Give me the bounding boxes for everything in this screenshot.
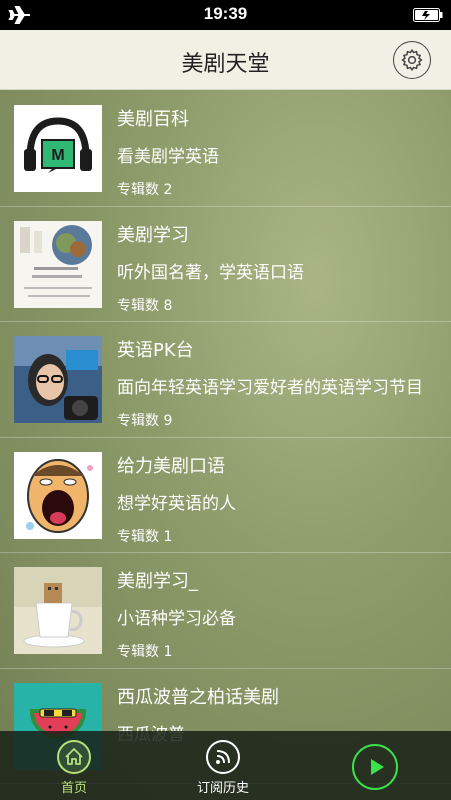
tab-history[interactable]: 订阅历史: [163, 731, 283, 800]
svg-text:M: M: [51, 147, 64, 164]
item-count: 专辑数 2: [117, 182, 173, 198]
status-bar: 19:39: [0, 0, 451, 30]
play-icon: [371, 759, 384, 775]
item-title: 英语PK台: [117, 340, 194, 361]
status-time: 19:39: [203, 4, 248, 23]
thumbnail-cup-photo: [14, 567, 102, 654]
thumbnail-cartoon-face: [14, 451, 102, 539]
page-title: 美剧天堂: [181, 52, 270, 77]
channel-list: M 美剧百科 看美剧学英语 专辑数 2 美剧学习 听外国名著，学英语口语 专辑数…: [0, 91, 451, 784]
item-title: 给力美剧口语: [117, 455, 225, 477]
item-subtitle: 面向年轻英语学习爱好者的英语学习节目: [117, 378, 423, 398]
item-title: 西瓜波普之柏话美剧: [117, 686, 279, 708]
screen: 19:39 美剧天堂 M 美剧百科 看美剧学英语 专辑数 2 美剧学习 听外国名…: [0, 0, 451, 800]
settings-button[interactable]: [393, 41, 431, 79]
thumbnail-book-cover: [14, 220, 102, 308]
item-title: 美剧百科: [117, 109, 189, 130]
tab-home-label: 首页: [60, 781, 87, 796]
nav-bar: 美剧天堂: [0, 30, 451, 90]
list-item[interactable]: 美剧学习 听外国名著，学英语口语 专辑数 8: [0, 207, 451, 322]
tab-history-label: 订阅历史: [196, 781, 249, 796]
item-title: 美剧学习_: [117, 571, 198, 592]
tab-home[interactable]: 首页: [14, 731, 134, 800]
item-count: 专辑数 9: [117, 413, 173, 429]
item-count: 专辑数 1: [117, 528, 173, 545]
item-subtitle: 想学好英语的人: [117, 493, 236, 514]
item-count: 专辑数 1: [117, 644, 173, 660]
item-title: 美剧学习: [117, 224, 189, 246]
rss-icon: [206, 740, 240, 774]
list-item[interactable]: M 美剧百科 看美剧学英语 专辑数 2: [0, 91, 451, 207]
list-item[interactable]: 英语PK台 面向年轻英语学习爱好者的英语学习节目 专辑数 9: [0, 322, 451, 438]
battery-charging-icon: [413, 8, 443, 22]
thumbnail-headphones-logo: M: [14, 105, 102, 192]
play-button[interactable]: [352, 744, 398, 790]
list-item[interactable]: 给力美剧口语 想学好英语的人 专辑数 1: [0, 438, 451, 553]
item-subtitle: 听外国名著，学英语口语: [117, 262, 304, 283]
item-count: 专辑数 8: [117, 297, 173, 314]
list-item[interactable]: 美剧学习_ 小语种学习必备 专辑数 1: [0, 553, 451, 669]
thumbnail-host-photo: [14, 336, 102, 423]
item-subtitle: 看美剧学英语: [117, 147, 219, 167]
home-icon: [57, 740, 91, 774]
item-subtitle: 小语种学习必备: [117, 609, 236, 629]
gear-icon: [401, 49, 423, 71]
